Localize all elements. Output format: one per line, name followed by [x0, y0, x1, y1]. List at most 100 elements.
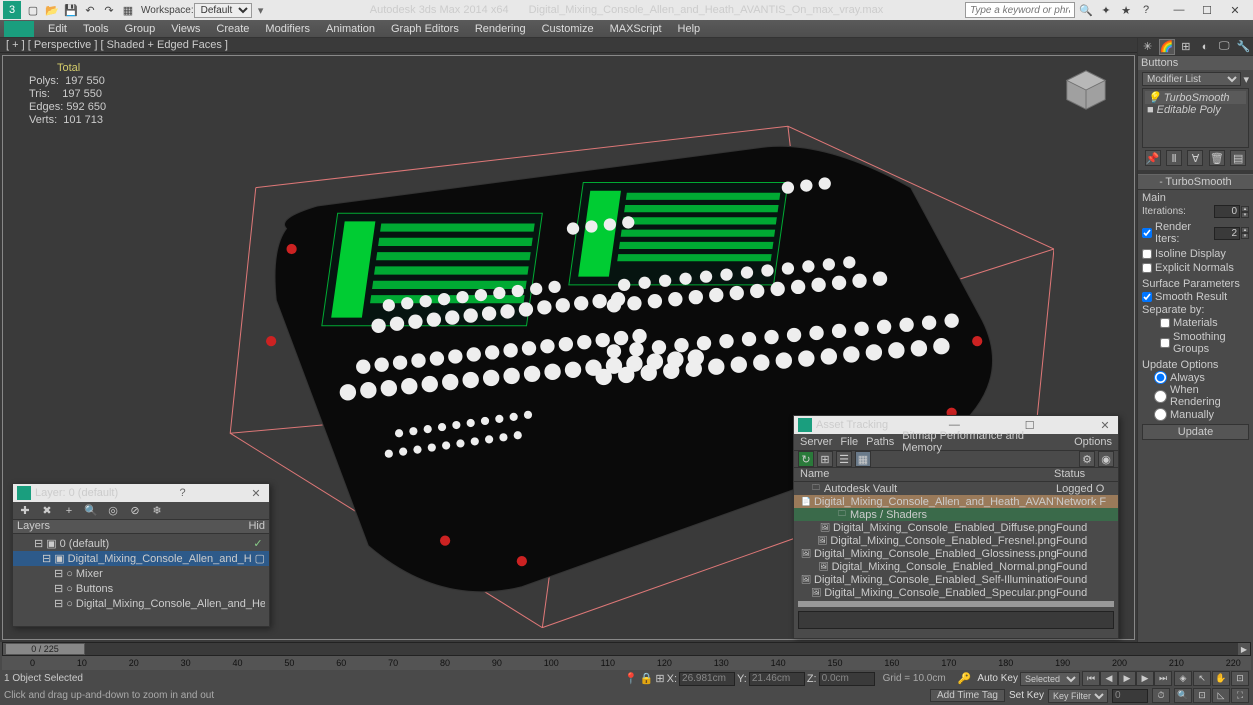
render-iters-checkbox[interactable] [1142, 228, 1152, 238]
menu-graph-editors[interactable]: Graph Editors [383, 22, 467, 36]
prev-frame-icon[interactable]: ◀ [1100, 671, 1118, 686]
asset-row[interactable]: 🖼Digital_Mixing_Console_Enabled_Diffuse.… [794, 521, 1118, 534]
transform-lock-icon[interactable]: 🔒 [640, 672, 654, 685]
explicit-normals-checkbox[interactable] [1142, 263, 1152, 273]
update-button[interactable]: Update [1142, 424, 1249, 440]
asset-hscrollbar[interactable] [798, 601, 1114, 607]
save-file-icon[interactable]: 💾 [62, 1, 80, 19]
when-rendering-radio[interactable] [1154, 390, 1167, 403]
search-icon[interactable]: 🔍 [1077, 1, 1095, 19]
time-slider-handle[interactable]: 0 / 225 [5, 643, 85, 655]
new-layer-icon[interactable]: ✚ [17, 503, 33, 519]
smoothing-groups-checkbox[interactable] [1160, 338, 1170, 348]
key-filters-select[interactable]: Key Filters... [1048, 689, 1108, 703]
add-to-layer-icon[interactable]: + [61, 503, 77, 519]
isoline-checkbox[interactable] [1142, 249, 1152, 259]
refresh-icon[interactable]: ↻ [798, 451, 814, 467]
asset-menu-file[interactable]: File [840, 436, 858, 448]
menu-create[interactable]: Create [208, 22, 257, 36]
undo-icon[interactable]: ↶ [81, 1, 99, 19]
delete-layer-icon[interactable]: ✖ [39, 503, 55, 519]
search-input[interactable] [965, 2, 1075, 18]
app-menu-icon[interactable] [4, 21, 34, 37]
asset-row[interactable]: 🖼Digital_Mixing_Console_Enabled_Glossine… [794, 547, 1118, 560]
options-icon[interactable]: ⚙ [1079, 451, 1095, 467]
asset-tracking-dialog[interactable]: Asset Tracking — ☐ ✕ ServerFilePathsBitm… [793, 415, 1119, 639]
utilities-tab-icon[interactable]: 🔧 [1235, 39, 1251, 55]
play-icon[interactable]: ▶ [1118, 671, 1136, 686]
freeze-layer-icon[interactable]: ❄ [149, 503, 165, 519]
time-config-icon[interactable]: ⏱ [1152, 688, 1170, 703]
menu-views[interactable]: Views [163, 22, 208, 36]
project-icon[interactable]: ▦ [119, 1, 137, 19]
list-view-icon[interactable]: ☰ [836, 451, 852, 467]
layer-row[interactable]: ⊟○Mixer [13, 566, 269, 581]
configure-sets-icon[interactable]: ▤ [1230, 150, 1246, 166]
x-coord-input[interactable] [679, 672, 735, 686]
zoom-icon[interactable]: 🔍 [1174, 688, 1192, 703]
add-time-tag-button[interactable]: Add Time Tag [930, 689, 1005, 702]
asset-row[interactable]: 🖼Digital_Mixing_Console_Enabled_Fresnel.… [794, 534, 1118, 547]
workspace-select[interactable]: Default [194, 3, 252, 18]
goto-start-icon[interactable]: ⏮ [1082, 671, 1100, 686]
table-view-icon[interactable]: ▦ [855, 451, 871, 467]
remove-modifier-icon[interactable]: 🗑 [1209, 150, 1225, 166]
always-radio[interactable] [1154, 371, 1167, 384]
asset-row[interactable]: 📄Digital_Mixing_Console_Allen_and_Heath_… [794, 495, 1118, 508]
redo-icon[interactable]: ↷ [100, 1, 118, 19]
asset-menu-paths[interactable]: Paths [866, 436, 894, 448]
layer-row[interactable]: ⊟▣0 (default)✓ [13, 536, 269, 551]
hierarchy-tab-icon[interactable]: ⊞ [1178, 39, 1194, 55]
maximize-viewport-icon[interactable]: ⛶ [1231, 688, 1249, 703]
menu-edit[interactable]: Edit [40, 22, 75, 36]
time-ruler[interactable]: 0102030405060708090100110120130140150160… [2, 656, 1251, 670]
asset-menu-server[interactable]: Server [800, 436, 832, 448]
zoom-all-icon[interactable]: ⊡ [1193, 688, 1211, 703]
tree-view-icon[interactable]: ⊞ [817, 451, 833, 467]
y-coord-input[interactable] [749, 672, 805, 686]
isolate-icon[interactable]: ◈ [1174, 671, 1192, 686]
menu-maxscript[interactable]: MAXScript [602, 22, 670, 36]
menu-animation[interactable]: Animation [318, 22, 383, 36]
viewcube-icon[interactable] [1062, 66, 1110, 114]
layer-row[interactable]: ⊟○Buttons [13, 581, 269, 596]
turbosmooth-rollout-header[interactable]: - TurboSmooth [1138, 174, 1253, 190]
layer-dialog-help-icon[interactable]: ? [174, 487, 192, 499]
layer-row[interactable]: ⊟○Digital_Mixing_Console_Allen_and_Heath… [13, 596, 269, 611]
z-coord-input[interactable] [819, 672, 875, 686]
asset-row[interactable]: 🗀Autodesk VaultLogged O [794, 482, 1118, 495]
time-slider[interactable]: ◀ 0 / 225 ▶ [2, 642, 1251, 656]
nav-config-icon[interactable]: ⊡ [1231, 671, 1249, 686]
fov-icon[interactable]: ◺ [1212, 688, 1230, 703]
asset-row[interactable]: 🖼Digital_Mixing_Console_Enabled_Normal.p… [794, 560, 1118, 573]
lock-selection-icon[interactable]: 📍 [624, 672, 638, 685]
asset-path-input[interactable] [798, 611, 1114, 629]
make-unique-icon[interactable]: ∀ [1187, 150, 1203, 166]
layer-manager-dialog[interactable]: Layer: 0 (default) ? ✕ ✚ ✖ + 🔍 ◎ ⊘ ❄ Lay… [12, 483, 270, 627]
absolute-mode-icon[interactable]: ⊞ [655, 672, 664, 685]
autokey-button[interactable]: Auto Key [977, 673, 1018, 684]
layer-dialog-close-icon[interactable]: ✕ [247, 487, 265, 500]
create-tab-icon[interactable]: ✳ [1140, 39, 1156, 55]
setkey-button[interactable]: Set Key [1009, 690, 1044, 701]
menu-rendering[interactable]: Rendering [467, 22, 534, 36]
show-end-result-icon[interactable]: Ⅱ [1166, 150, 1182, 166]
menu-modifiers[interactable]: Modifiers [257, 22, 318, 36]
layer-row[interactable]: ⊟▣Digital_Mixing_Console_Allen_and_Heath… [13, 551, 269, 566]
modifier-editable-poly[interactable]: ■Editable Poly [1145, 104, 1246, 116]
viewport-label-bar[interactable]: [ + ] [ Perspective ] [ Shaded + Edged F… [0, 38, 1253, 53]
next-frame-icon[interactable]: ▶ [1136, 671, 1154, 686]
goto-end-icon[interactable]: ⏭ [1154, 671, 1172, 686]
minimize-button[interactable]: — [1165, 1, 1193, 19]
asset-menu-bitmap-performance-and-memory[interactable]: Bitmap Performance and Memory [902, 430, 1066, 454]
new-file-icon[interactable]: ▢ [24, 1, 42, 19]
layer-tree[interactable]: ⊟▣0 (default)✓⊟▣Digital_Mixing_Console_A… [13, 534, 269, 613]
modify-tab-icon[interactable]: 🌈 [1159, 39, 1175, 55]
iterations-spinner[interactable]: ▴▾ [1214, 205, 1249, 218]
comm-center-icon[interactable]: ✦ [1097, 1, 1115, 19]
modifier-turbosmooth[interactable]: 💡TurboSmooth [1145, 91, 1246, 104]
asset-close-icon[interactable]: ✕ [1096, 419, 1114, 432]
pin-stack-icon[interactable]: 📌 [1145, 150, 1161, 166]
modifier-stack[interactable]: 💡TurboSmooth■Editable Poly [1142, 88, 1249, 148]
manually-radio[interactable] [1154, 408, 1167, 421]
